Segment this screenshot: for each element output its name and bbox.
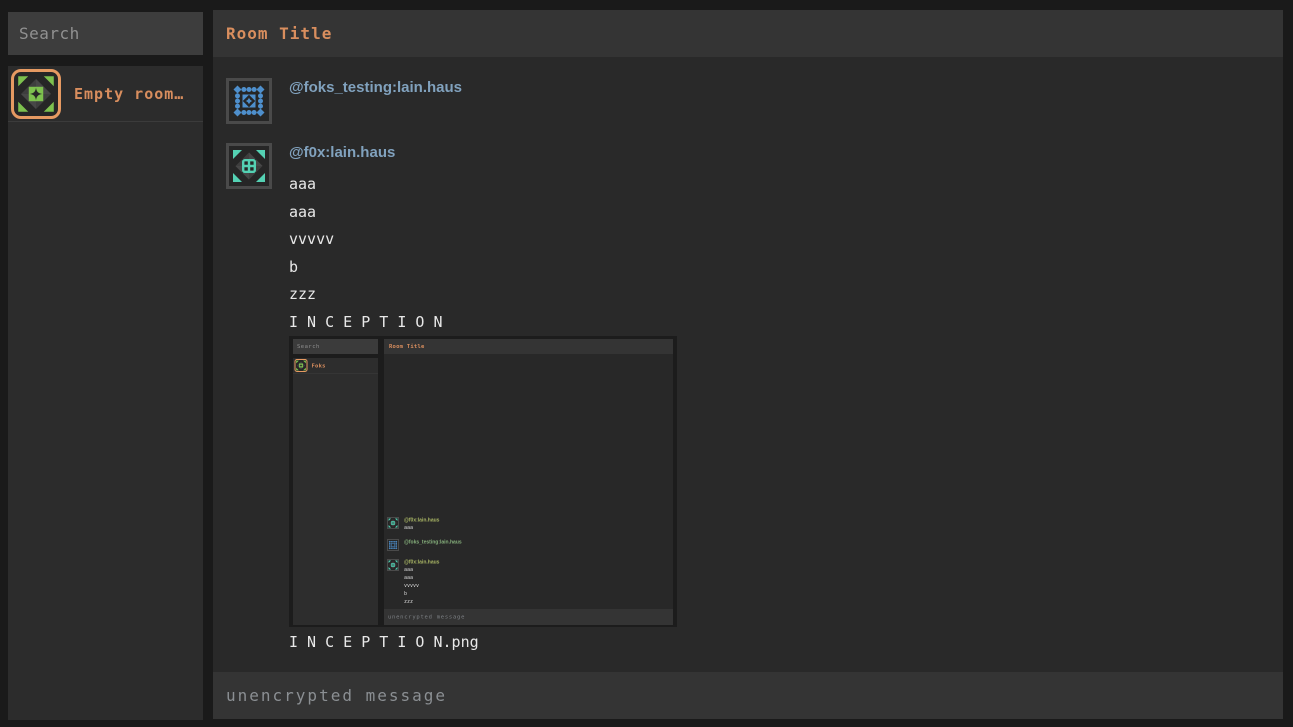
mini-messages: @f0x:lain.haus aaa [387,517,462,606]
mini-user-avatar-foks-testing [387,539,399,551]
mini-message-line: zzz [404,598,439,606]
mini-search-input: Search [293,339,378,354]
message-group: @foks_testing:lain.haus [226,78,1283,124]
message-line: aaa [289,199,677,227]
message-composer-input[interactable] [213,672,1283,719]
user-avatar-f0x [226,143,272,189]
pixel-star-green-icon [296,360,307,371]
mini-user-avatar-f0x [387,559,399,571]
mini-message-group: @f0x:lain.haus aaa aaa vvvvv b zzz [387,559,462,606]
pixel-window-teal-icon [231,148,267,184]
room-avatar [11,69,61,119]
attachment-filename[interactable]: I N C E P T I O N.png [289,631,677,653]
mini-room-title: Room Title [384,339,673,354]
message-line: aaa [289,171,677,199]
mini-message-body: @f0x:lain.haus aaa [404,517,439,532]
mini-room-list: Foks [293,358,378,625]
mini-message-line: b [404,590,439,598]
mini-message-line: aaa [404,524,439,532]
mini-message-line: vvvvv [404,582,439,590]
message-body: @f0x:lain.haus aaa aaa vvvvv b zzz I N C… [289,143,677,653]
mini-user-avatar-f0x [387,517,399,529]
room-name: Empty room… [74,85,184,103]
mini-room-avatar [295,359,308,372]
room-list: Empty room… [8,66,203,720]
embedded-screenshot: Search [289,336,677,627]
mini-room-list-item: Foks [293,358,378,374]
mini-message-body: @f0x:lain.haus aaa aaa vvvvv b zzz [404,559,439,606]
message-body: @foks_testing:lain.haus [289,78,462,124]
mini-room-name: Foks [312,362,326,369]
mini-message-body: @foks_testing:lain.haus [404,539,462,551]
search-input[interactable] [8,12,203,55]
room-header: Room Title [213,10,1283,57]
pixel-star-green-icon [16,74,56,114]
mini-message-line: aaa [404,566,439,574]
room-list-item[interactable]: Empty room… [8,66,203,122]
mini-message-group: @f0x:lain.haus aaa [387,517,462,532]
mini-message-sender: @foks_testing:lain.haus [404,539,462,546]
pixel-window-teal-icon [388,518,398,528]
mini-composer-input: unencrypted message [384,609,673,625]
message-line: b [289,254,677,282]
mini-message-sender: @f0x:lain.haus [404,559,439,566]
mini-message-sender: @f0x:lain.haus [404,517,439,524]
pixel-dots-blue-icon [231,83,267,119]
message-line: I N C E P T I O N [289,309,677,337]
mini-message-line: aaa [404,574,439,582]
image-attachment[interactable]: Search [289,336,677,627]
pixel-window-teal-icon [388,560,398,570]
message-timeline[interactable]: @foks_testing:lain.haus @f0x:lain.haus a… [213,57,1283,672]
room-title: Room Title [226,24,332,43]
message-sender: @f0x:lain.haus [289,143,677,163]
message-sender: @foks_testing:lain.haus [289,78,462,98]
message-line: vvvvv [289,226,677,254]
mini-message-group: @foks_testing:lain.haus [387,539,462,551]
pixel-dots-blue-icon [388,540,398,550]
message-line: zzz [289,281,677,309]
user-avatar-foks-testing [226,78,272,124]
message-group: @f0x:lain.haus aaa aaa vvvvv b zzz I N C… [226,143,1283,653]
